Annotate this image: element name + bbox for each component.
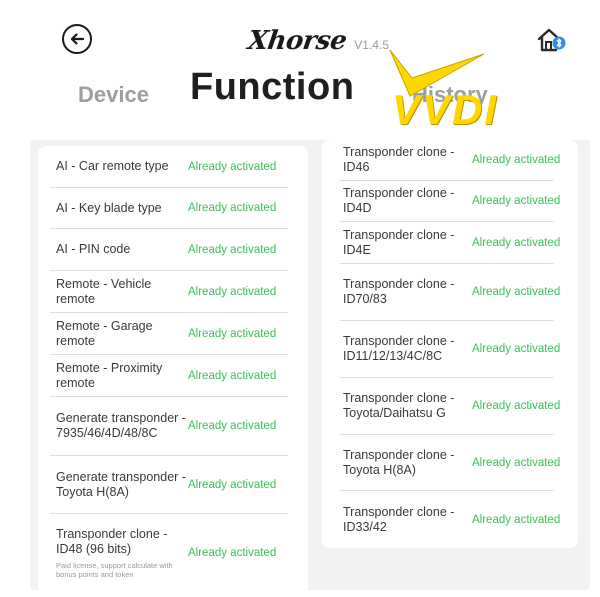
list-item[interactable]: Transponder clone - ID11/12/13/4C/8C Alr… xyxy=(340,321,560,378)
function-name: Generate transponder - Toyota H(8A) xyxy=(56,469,186,499)
function-name: AI - PIN code xyxy=(56,242,131,256)
function-name: Transponder clone - ID33/42 xyxy=(343,504,455,534)
function-name-block: Transponder clone - ID48 (96 bits) Paid … xyxy=(50,527,188,579)
activation-status: Already activated xyxy=(188,327,277,340)
list-item[interactable]: Generate transponder - 7935/46/4D/48/8C … xyxy=(50,397,288,456)
function-name: Transponder clone - Toyota/Daihatsu G xyxy=(343,391,455,420)
activation-status: Already activated xyxy=(188,285,277,298)
function-list-left: AI - Car remote type Already activated A… xyxy=(38,146,308,594)
list-item[interactable]: AI - PIN code Already activated xyxy=(50,229,288,271)
activation-status: Already activated xyxy=(472,195,561,207)
activation-status: Already activated xyxy=(188,420,277,432)
list-item[interactable]: Remote - Proximity remote Already activa… xyxy=(50,355,288,397)
activation-status: Already activated xyxy=(188,478,277,491)
list-item[interactable]: Transponder clone - Toyota/Daihatsu G Al… xyxy=(340,378,560,435)
list-item[interactable]: AI - Key blade type Already activated xyxy=(50,188,288,229)
activation-status: Already activated xyxy=(188,547,277,559)
tab-function[interactable]: Function xyxy=(190,66,354,109)
function-name: Transponder clone - ID48 (96 bits) xyxy=(56,527,168,556)
list-item[interactable]: Transponder clone - ID70/83 Already acti… xyxy=(340,264,560,321)
brand: Xhorse V1.4.5 xyxy=(245,26,389,56)
function-name: Transponder clone - ID4D xyxy=(343,186,455,215)
back-button[interactable] xyxy=(62,24,92,54)
activation-status: Already activated xyxy=(472,236,561,249)
activation-status: Already activated xyxy=(472,513,561,526)
function-name: Remote - Garage remote xyxy=(56,318,153,348)
activation-status: Already activated xyxy=(188,202,277,214)
function-name: Transponder clone - ID11/12/13/4C/8C xyxy=(343,334,455,363)
app-version: V1.4.5 xyxy=(354,38,389,52)
function-name: AI - Car remote type xyxy=(56,159,169,173)
arrow-left-icon xyxy=(70,33,85,45)
function-name: Transponder clone - ID46 xyxy=(343,145,455,174)
activation-status: Already activated xyxy=(188,243,277,256)
license-note: Paid license, support calculate with bon… xyxy=(56,561,173,579)
function-name: Transponder clone - ID4E xyxy=(343,227,455,257)
list-item[interactable]: Remote - Garage remote Already activated xyxy=(50,313,288,355)
brand-logo: Xhorse xyxy=(245,26,349,56)
list-item[interactable]: AI - Car remote type Already activated xyxy=(50,146,288,188)
list-item[interactable]: Transponder clone - Toyota H(8A) Already… xyxy=(340,435,560,491)
activation-status: Already activated xyxy=(188,160,277,173)
list-item[interactable]: Transponder clone - ID4D Already activat… xyxy=(340,181,560,222)
function-name: AI - Key blade type xyxy=(56,200,162,215)
activation-status: Already activated xyxy=(472,154,561,166)
list-item[interactable]: Transponder clone - ID46 Already activat… xyxy=(340,140,560,181)
list-item[interactable]: Remote - Vehicle remote Already activate… xyxy=(50,271,288,313)
list-item[interactable]: Transponder clone - ID4E Already activat… xyxy=(340,222,560,264)
function-name: Generate transponder - 7935/46/4D/48/8C xyxy=(56,411,186,440)
activation-status: Already activated xyxy=(472,343,561,355)
function-name: Transponder clone - ID70/83 xyxy=(343,277,455,306)
list-item[interactable]: Generate transponder - Toyota H(8A) Alre… xyxy=(50,456,288,514)
list-item[interactable]: Transponder clone - ID48 (96 bits) Paid … xyxy=(50,514,288,592)
function-name: Remote - Proximity remote xyxy=(56,360,163,390)
list-item[interactable]: Transponder clone - ID33/42 Already acti… xyxy=(340,491,560,548)
function-name: Remote - Vehicle remote xyxy=(56,276,152,306)
function-name: Transponder clone - Toyota H(8A) xyxy=(343,447,455,477)
function-list-right: Transponder clone - ID46 Already activat… xyxy=(322,140,578,548)
activation-status: Already activated xyxy=(188,369,277,382)
activation-status: Already activated xyxy=(472,400,561,412)
tab-device[interactable]: Device xyxy=(78,82,149,108)
vvdi-watermark: VVDI xyxy=(392,86,499,133)
activation-status: Already activated xyxy=(472,456,561,469)
activation-status: Already activated xyxy=(472,286,561,298)
